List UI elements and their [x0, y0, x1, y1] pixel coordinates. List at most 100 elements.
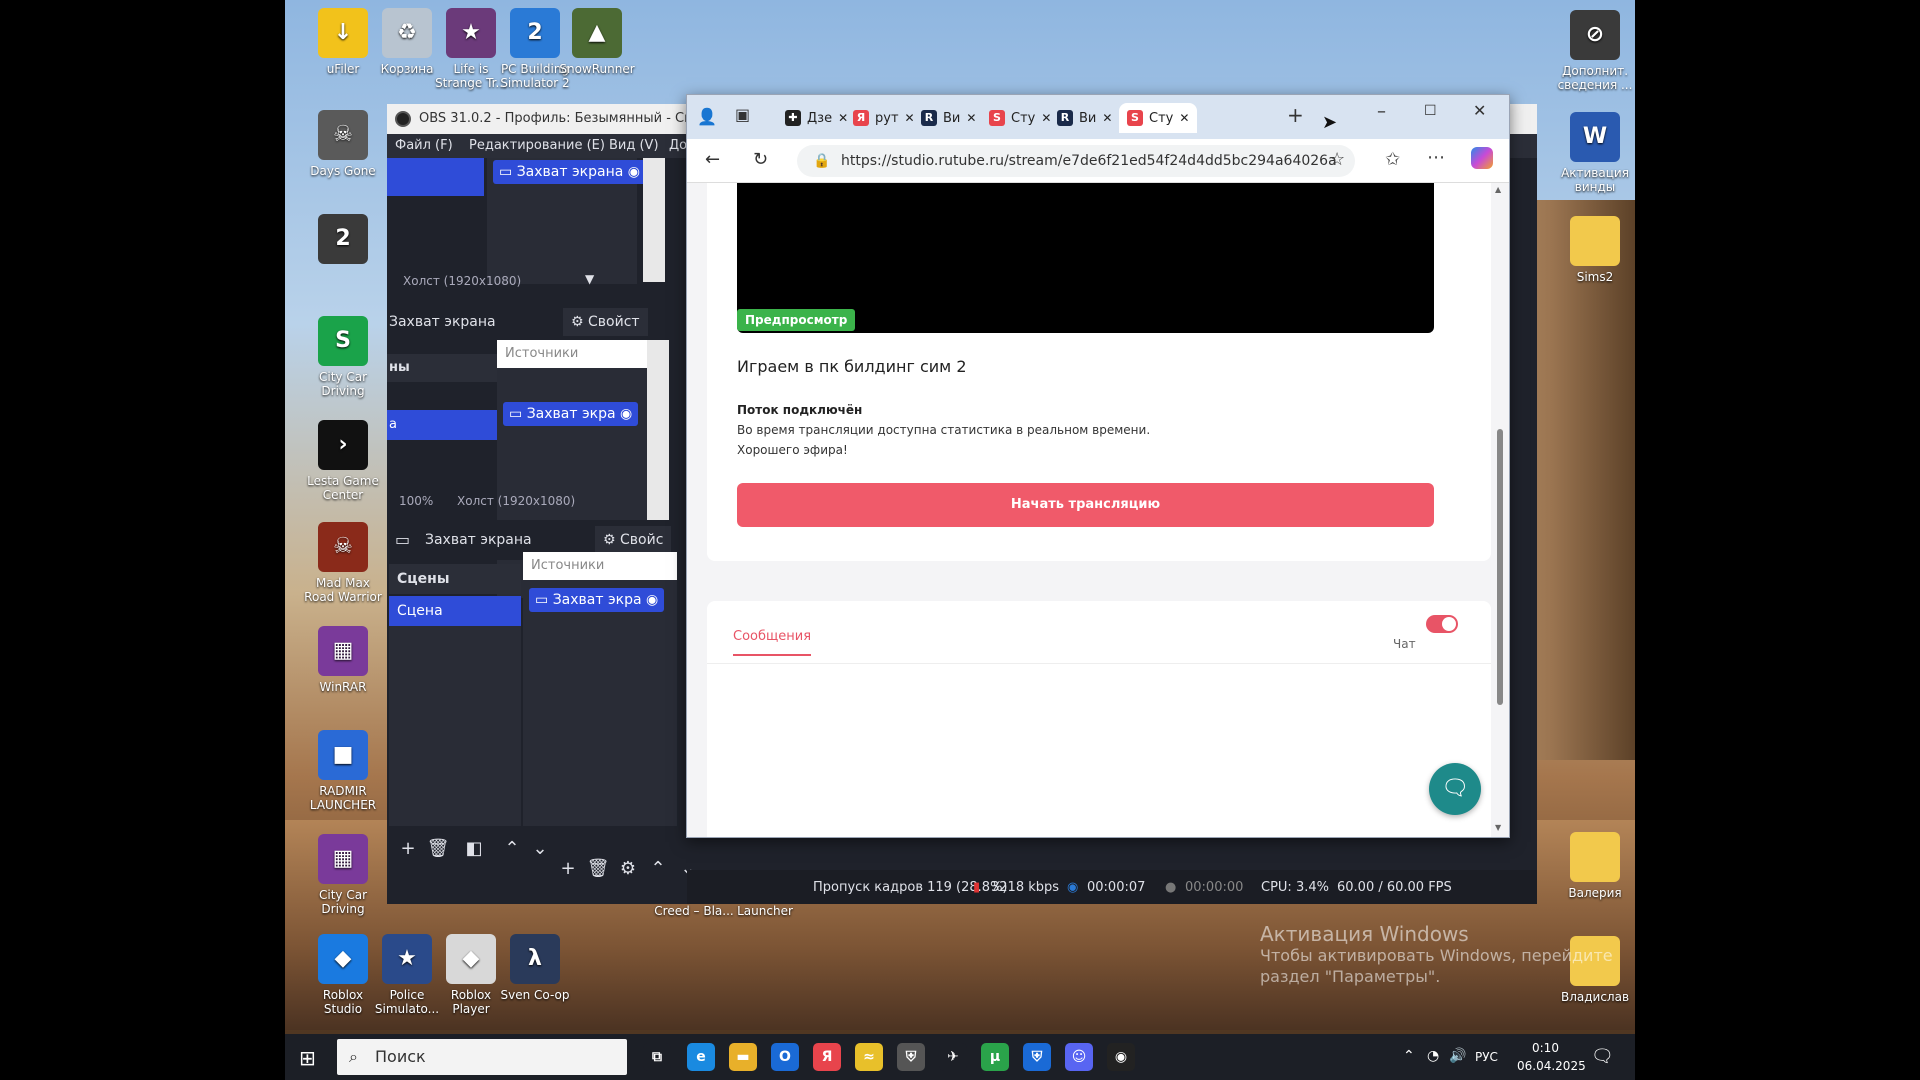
desktop-label-launcher[interactable]: Launcher [725, 904, 805, 918]
language-indicator[interactable]: РУС [1475, 1050, 1498, 1064]
close-tab-icon[interactable]: ✕ [1041, 111, 1051, 125]
add-source-button[interactable]: + [555, 856, 581, 882]
back-arrow-icon[interactable]: ← [705, 149, 720, 170]
desktop-icon[interactable]: ☠ Mad Max Road Warrior [303, 522, 383, 604]
ghost2-scene-item[interactable]: а [387, 410, 497, 440]
new-tab-button[interactable]: + [1287, 103, 1304, 127]
windows-start-icon[interactable]: ⊞ [299, 1046, 316, 1070]
minimize-button[interactable]: – [1377, 101, 1386, 122]
utorrent-icon[interactable]: µ [981, 1043, 1009, 1071]
menu-tools[interactable]: До [669, 134, 687, 158]
browser-tab[interactable]: R Ви ✕ [1057, 103, 1112, 133]
desktop-icon[interactable]: ⊘ Дополнит. сведения ... [1555, 10, 1635, 92]
tab-actions-icon[interactable]: ▣ [735, 105, 750, 124]
discord-icon[interactable]: ☺ [1065, 1043, 1093, 1071]
desktop-icon[interactable]: ▦ WinRAR [303, 626, 383, 694]
scrollbar-thumb[interactable] [1497, 429, 1503, 705]
gear-icon[interactable]: ⚙ [615, 856, 641, 882]
close-tab-icon[interactable]: ✕ [838, 111, 848, 125]
watermark-line3: раздел "Параметры". [1260, 967, 1441, 986]
lock-icon[interactable]: 🔒 [813, 145, 830, 177]
filter-scene-button[interactable]: ◧ [461, 836, 487, 862]
eye-icon[interactable]: ◉ [620, 406, 632, 422]
desktop-icon[interactable]: ☠ Days Gone [303, 110, 383, 178]
close-tab-icon[interactable]: ✕ [905, 111, 915, 125]
close-window-button[interactable]: ✕ [1473, 101, 1486, 120]
taskbar-search[interactable]: ⌕ Поиск [337, 1039, 627, 1075]
aircraft-icon[interactable]: ✈ [939, 1043, 967, 1071]
winamp-icon[interactable]: ≈ [855, 1043, 883, 1071]
source-item[interactable]: ▭ Захват экра ◉ [529, 588, 665, 612]
favorites-icon[interactable]: ✩ [1385, 149, 1400, 170]
reload-icon[interactable]: ↻ [753, 149, 768, 170]
desktop-icon[interactable]: ▲ SnowRunner [557, 8, 637, 76]
close-tab-icon[interactable]: ✕ [966, 111, 976, 125]
desktop-icon[interactable]: S City Car Driving [303, 316, 383, 398]
chat-toggle[interactable] [1426, 615, 1458, 633]
desktop-icon[interactable]: Sims2 [1555, 216, 1635, 284]
add-scene-button[interactable]: + [395, 836, 421, 862]
move-down-button[interactable]: ⌄ [527, 836, 553, 862]
close-tab-icon[interactable]: ✕ [1102, 111, 1112, 125]
start-stream-button[interactable]: Начать трансляцию [737, 483, 1434, 527]
edge-icon[interactable]: e [687, 1043, 715, 1071]
desktop-icon[interactable]: ▦ City Car Driving [303, 834, 383, 916]
record-icon: ● [1165, 880, 1177, 895]
scroll-down-icon[interactable]: ▼ [1495, 823, 1501, 832]
star-icon[interactable]: ☆ [1329, 149, 1345, 170]
obs-icon[interactable]: ◉ [1107, 1043, 1135, 1071]
volume-icon[interactable]: 🔊 [1449, 1048, 1466, 1064]
desktop-icon[interactable]: 2 [303, 214, 383, 268]
desktop-icon[interactable]: › Lesta Game Center [303, 420, 383, 502]
scene-item[interactable]: Сцена [389, 596, 521, 626]
app-icon: ◆ [446, 934, 496, 984]
browser-tab[interactable]: ✚ Дзе ✕ [785, 103, 848, 133]
chevron-down-icon[interactable]: ▼ [585, 272, 594, 286]
desktop-icon[interactable]: ■ RADMIR LAUNCHER [303, 730, 383, 812]
menu-file[interactable]: Файл (F) [395, 134, 453, 158]
yandex-icon[interactable]: Я [813, 1043, 841, 1071]
outlook-icon[interactable]: O [771, 1043, 799, 1071]
chat-bubble-icon[interactable]: 🗨 [1429, 763, 1481, 815]
explorer-icon[interactable]: ▬ [729, 1043, 757, 1071]
ghost2-properties-button[interactable]: ⚙ Свойст [563, 308, 648, 336]
desktop-icon[interactable]: Валерия [1555, 832, 1635, 900]
browser-tab[interactable]: S Сту ✕ [989, 103, 1051, 133]
eye-icon[interactable]: ◉ [646, 592, 658, 608]
copilot-icon[interactable] [1471, 147, 1493, 169]
desktop-icon[interactable]: W Активация винды [1555, 112, 1635, 194]
notifications-icon[interactable]: 🗨 [1591, 1046, 1614, 1067]
obs-status-bar: Пропуск кадров 119 (28.8%) ▮ 3218 kbps ◉… [687, 870, 1537, 904]
wot-icon[interactable]: ⛨ [897, 1043, 925, 1071]
menu-edit[interactable]: Редактирование (E) [469, 134, 605, 158]
close-tab-icon[interactable]: ✕ [1179, 111, 1189, 125]
clock-time[interactable]: 0:10 [1532, 1041, 1559, 1055]
defender-icon[interactable]: ⛨ [1023, 1043, 1051, 1071]
ghost-source-item[interactable]: ▭ Захват экрана ◉ [493, 160, 646, 184]
page-scrollbar[interactable]: ▲ ▼ [1493, 183, 1507, 837]
tab-messages[interactable]: Сообщения [733, 629, 812, 656]
browser-tab[interactable]: S Сту ✕ [1119, 103, 1198, 133]
app-icon: ⊘ [1570, 10, 1620, 60]
browser-window[interactable]: 👤 ▣ ✚ Дзе ✕ Ярут ✕ R Ви ✕ S Сту ✕ R Ви ✕ S Сту ✕ + – ☐ ✕… [686, 94, 1510, 838]
browser-tab[interactable]: R Ви ✕ [921, 103, 976, 133]
menu-view[interactable]: Вид (V) [609, 134, 659, 158]
scroll-up-icon[interactable]: ▲ [1495, 185, 1501, 194]
eye-icon[interactable]: ◉ [628, 164, 640, 180]
desktop-icon[interactable]: λ Sven Co-op [495, 934, 575, 1002]
profile-icon[interactable]: 👤 [697, 107, 717, 126]
more-icon[interactable]: ⋯ [1427, 147, 1445, 168]
url-input[interactable]: 🔒 https://studio.rutube.ru/stream/e7de6f… [797, 145, 1355, 177]
trash-icon[interactable]: 🗑 [585, 856, 611, 882]
browser-tab[interactable]: Ярут ✕ [853, 103, 915, 133]
tray-chevron-icon[interactable]: ⌃ [1403, 1048, 1415, 1064]
properties-button[interactable]: ⚙ Свойс [595, 526, 672, 554]
move-up-button[interactable]: ⌃ [645, 856, 671, 882]
clock-date[interactable]: 06.04.2025 [1517, 1059, 1586, 1073]
network-icon[interactable]: ◔ [1427, 1048, 1439, 1064]
trash-icon[interactable]: 🗑 [425, 836, 451, 862]
task-view-icon[interactable]: ⧉ [643, 1043, 671, 1071]
ghost2-source-item[interactable]: ▭ Захват экра ◉ [503, 402, 639, 426]
move-up-button[interactable]: ⌃ [499, 836, 525, 862]
maximize-button[interactable]: ☐ [1424, 103, 1437, 119]
